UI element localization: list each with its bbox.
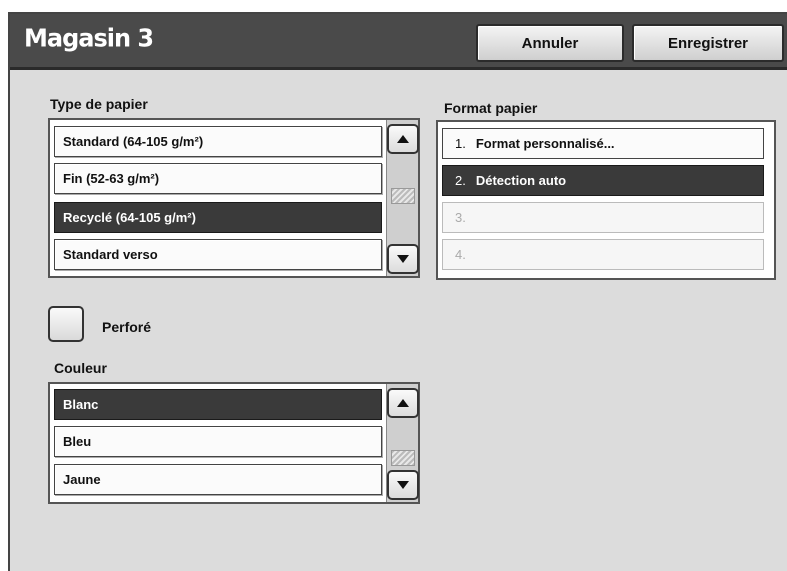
paper-format-item-3: 3. bbox=[442, 202, 764, 233]
paper-format-item-4: 4. bbox=[442, 239, 764, 270]
tray-settings-screen: Magasin 3 Annuler Enregistrer Type de pa… bbox=[8, 12, 787, 571]
punched-checkbox[interactable] bbox=[48, 306, 84, 342]
paper-type-scroll-thumb[interactable] bbox=[391, 188, 415, 204]
color-label: Couleur bbox=[54, 360, 107, 376]
color-scrollbar[interactable] bbox=[386, 384, 419, 502]
save-button[interactable]: Enregistrer bbox=[632, 24, 784, 62]
paper-type-label: Type de papier bbox=[50, 96, 148, 112]
paper-format-item-custom[interactable]: 1. Format personnalisé... bbox=[442, 128, 764, 159]
paper-format-list: 1. Format personnalisé... 2. Détection a… bbox=[436, 120, 776, 280]
item-number: 4. bbox=[455, 247, 466, 262]
paper-type-scroll-down-button[interactable] bbox=[387, 244, 419, 274]
item-number: 1. bbox=[455, 136, 466, 151]
color-item-blanc[interactable]: Blanc bbox=[54, 389, 382, 420]
down-arrow-icon bbox=[397, 255, 409, 263]
item-label: Format personnalisé... bbox=[475, 136, 615, 151]
paper-type-item-standard[interactable]: Standard (64-105 g/m²) bbox=[54, 126, 382, 157]
color-item-bleu[interactable]: Bleu bbox=[54, 426, 382, 457]
paper-type-scrollbar[interactable] bbox=[386, 120, 419, 276]
item-number: 2. bbox=[455, 173, 466, 188]
punched-label: Perforé bbox=[102, 319, 152, 335]
color-scroll-down-button[interactable] bbox=[387, 470, 419, 500]
up-arrow-icon bbox=[397, 135, 409, 143]
color-item-jaune[interactable]: Jaune bbox=[54, 464, 382, 495]
item-label: Détection auto bbox=[475, 173, 567, 188]
paper-type-item-fin[interactable]: Fin (52-63 g/m²) bbox=[54, 163, 382, 194]
page-title: Magasin 3 bbox=[24, 23, 154, 53]
paper-type-item-standard-verso[interactable]: Standard verso bbox=[54, 239, 382, 270]
color-scroll-thumb[interactable] bbox=[391, 450, 415, 466]
color-list: Blanc Bleu Jaune bbox=[48, 382, 420, 504]
color-scroll-up-button[interactable] bbox=[387, 388, 419, 418]
cancel-button[interactable]: Annuler bbox=[476, 24, 624, 62]
down-arrow-icon bbox=[397, 481, 409, 489]
title-bar: Magasin 3 Annuler Enregistrer bbox=[10, 14, 787, 70]
paper-type-item-recycle[interactable]: Recyclé (64-105 g/m²) bbox=[54, 202, 382, 233]
paper-type-list: Standard (64-105 g/m²) Fin (52-63 g/m²) … bbox=[48, 118, 420, 278]
paper-format-item-auto[interactable]: 2. Détection auto bbox=[442, 165, 764, 196]
item-number: 3. bbox=[455, 210, 466, 225]
paper-type-scroll-up-button[interactable] bbox=[387, 124, 419, 154]
up-arrow-icon bbox=[397, 399, 409, 407]
paper-format-label: Format papier bbox=[444, 100, 538, 116]
